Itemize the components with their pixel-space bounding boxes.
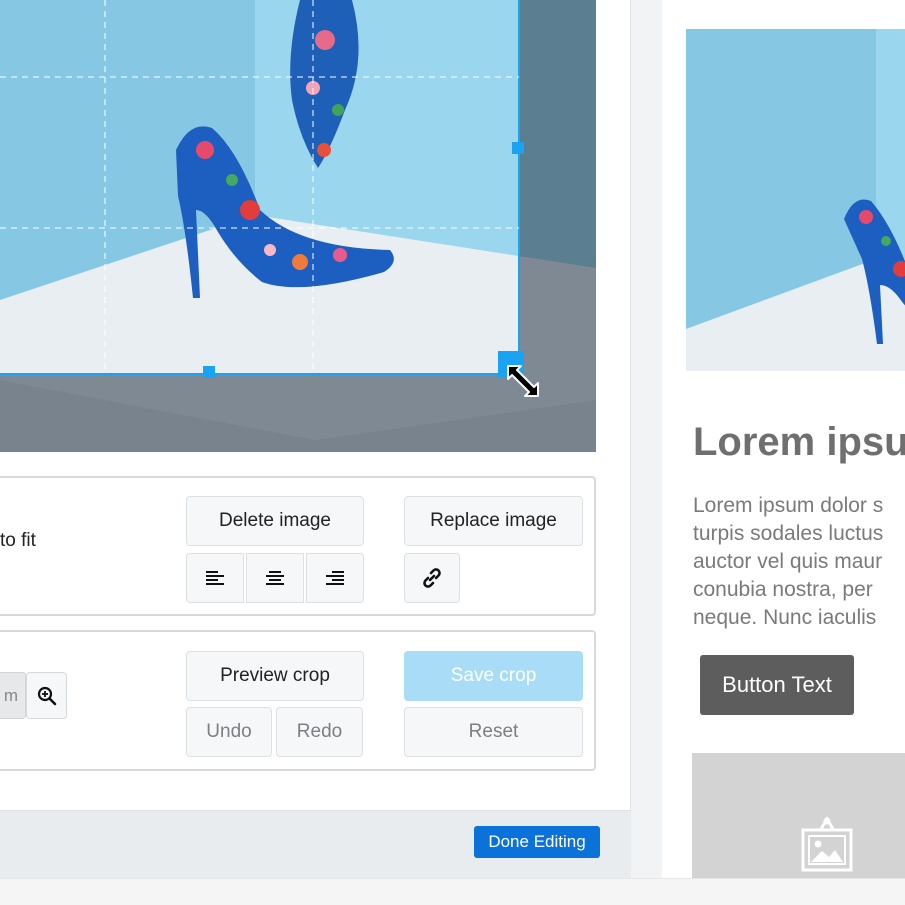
undo-button[interactable]: Undo — [186, 707, 272, 757]
link-button[interactable] — [404, 553, 460, 603]
preview-crop-button[interactable]: Preview crop — [186, 651, 364, 701]
save-crop-button[interactable]: Save crop — [404, 651, 583, 701]
email-preview-panel: Lorem ipsu Lorem ipsum dolor s turpis so… — [662, 0, 905, 878]
crop-canvas[interactable] — [0, 0, 596, 452]
bottom-scroll-strip — [0, 878, 905, 905]
redo-button[interactable]: Redo — [276, 707, 363, 757]
crop-handle-right[interactable] — [512, 142, 524, 154]
preview-body-line: conubia nostra, per — [693, 578, 873, 601]
crop-handle-bottom[interactable] — [203, 366, 215, 378]
preview-cta-button[interactable]: Button Text — [700, 655, 854, 715]
preview-body-text: Lorem ipsum dolor s turpis sodales luctu… — [693, 492, 905, 632]
preview-body-line: turpis sodales luctus — [693, 522, 884, 545]
align-center-icon — [266, 571, 284, 585]
preview-body-line: Lorem ipsum dolor s — [693, 494, 884, 517]
image-placeholder[interactable] — [692, 753, 905, 878]
preview-heading: Lorem ipsu — [693, 420, 905, 464]
preview-shoe-image — [686, 29, 905, 371]
align-right-icon — [326, 571, 344, 585]
delete-image-button[interactable]: Delete image — [186, 496, 364, 546]
preview-body-line: neque. Nunc iaculis — [693, 606, 877, 629]
reset-button[interactable]: Reset — [404, 707, 583, 757]
image-editor-panel: to fit Delete image Replace image m Prev… — [0, 0, 631, 878]
zoom-in-icon — [37, 686, 56, 705]
preview-image[interactable] — [686, 29, 905, 371]
replace-image-button[interactable]: Replace image — [404, 496, 583, 546]
align-left-icon — [206, 571, 224, 585]
done-editing-button[interactable]: Done Editing — [474, 826, 600, 858]
fit-label: to fit — [0, 530, 36, 551]
image-placeholder-icon — [801, 816, 853, 872]
align-right-button[interactable] — [306, 553, 364, 603]
zoom-select[interactable]: m — [0, 672, 26, 719]
zoom-in-button[interactable] — [26, 672, 67, 719]
align-left-button[interactable] — [186, 553, 244, 603]
align-center-button[interactable] — [246, 553, 304, 603]
crop-image — [0, 0, 596, 452]
link-icon — [423, 568, 441, 588]
preview-body-line: auctor vel quis maur — [693, 550, 883, 573]
